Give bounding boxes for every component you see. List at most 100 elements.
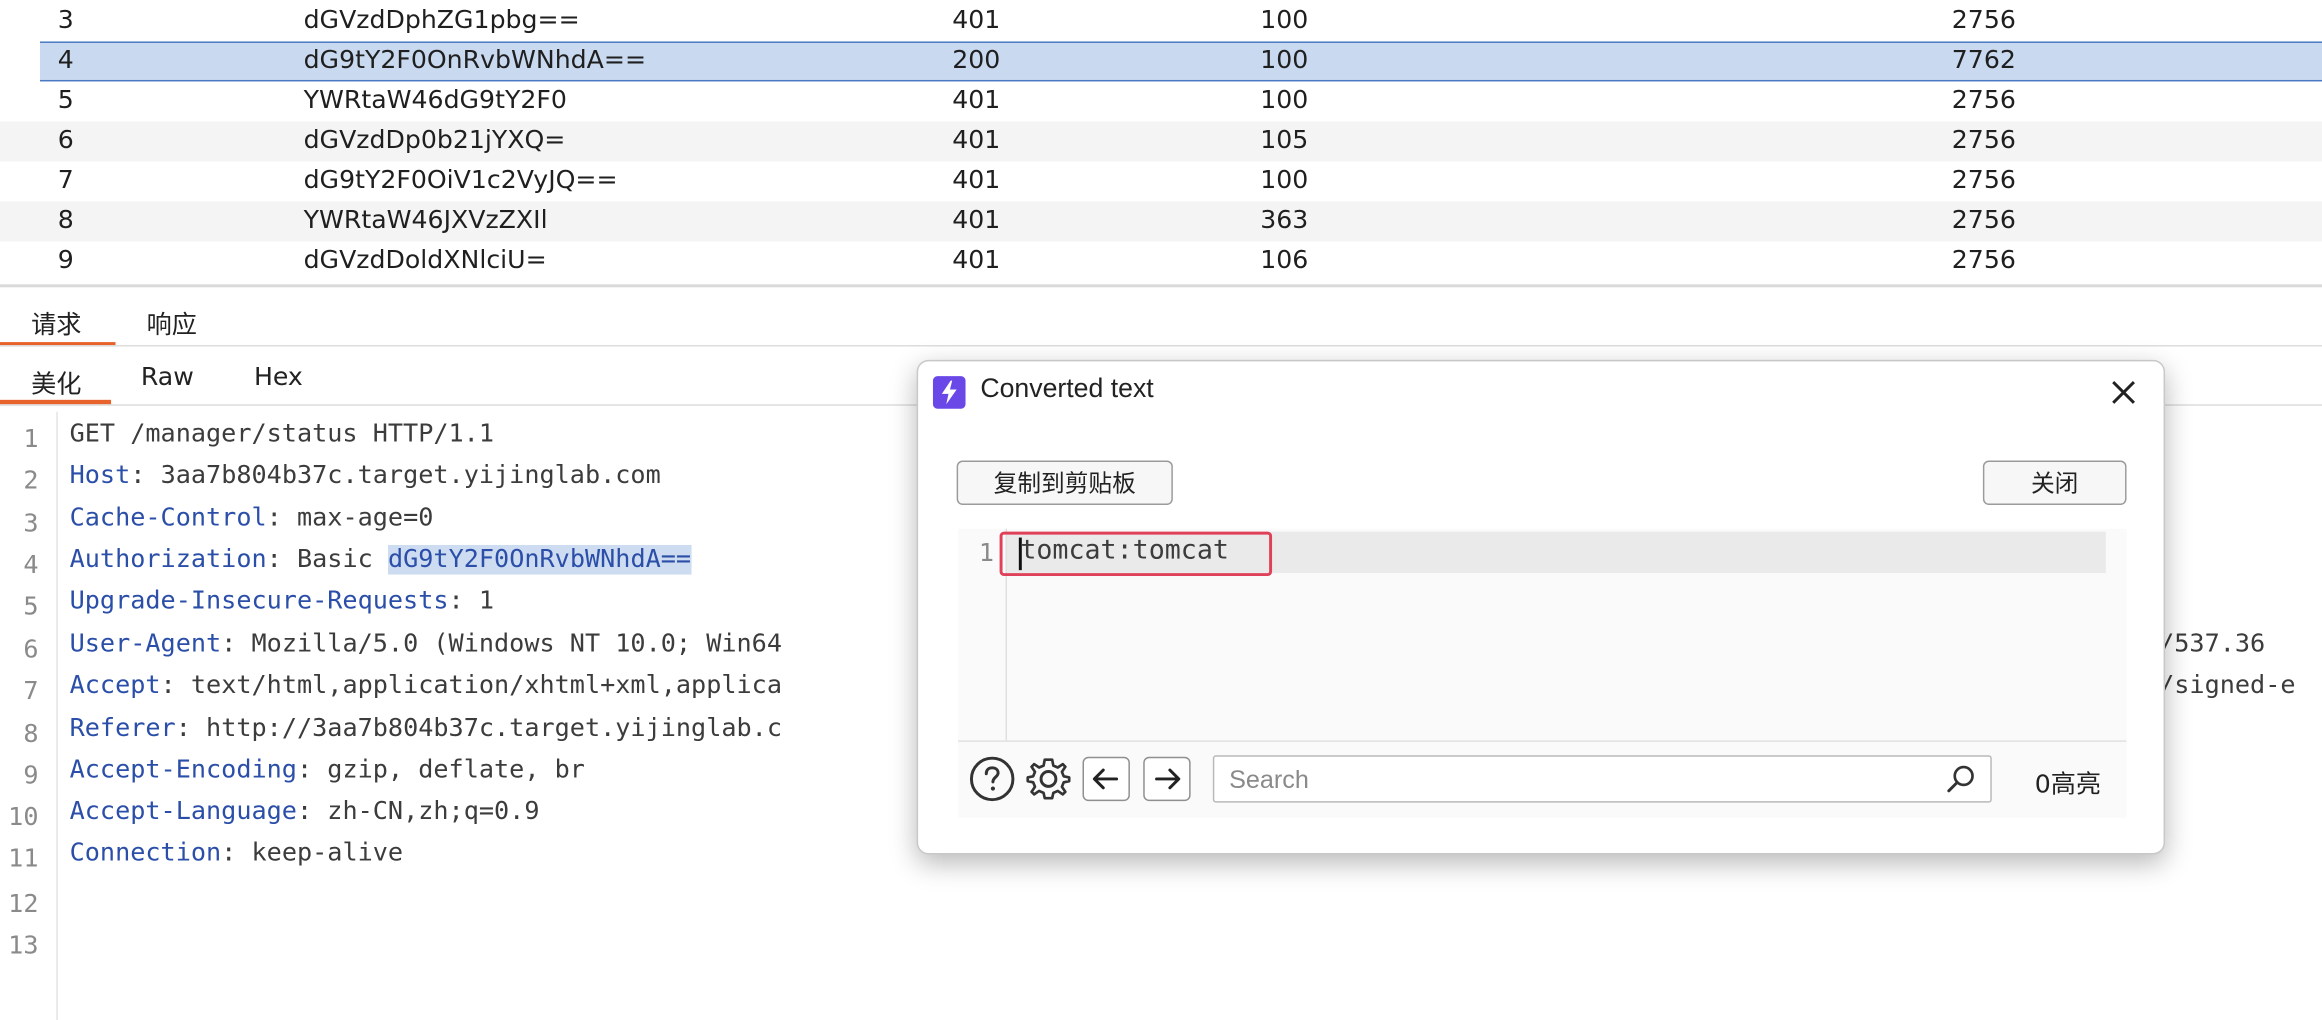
close-button[interactable]: 关闭 bbox=[1982, 460, 2127, 505]
next-match-button[interactable] bbox=[1143, 756, 1191, 802]
header-line[interactable]: Accept: text/html,application/xhtml+xml,… bbox=[70, 671, 782, 701]
table-row[interactable]: 8 YWRtaW46JXVzZXIl 401 363 2756 bbox=[0, 201, 2322, 242]
header-name: Host bbox=[69, 460, 131, 491]
previous-match-button[interactable] bbox=[1082, 756, 1130, 802]
header-line[interactable]: Authorization: Basic dG9tY2F0OnRvbWNhdA=… bbox=[69, 544, 692, 575]
tabbar-divider bbox=[0, 345, 2322, 347]
tab-response[interactable]: 响应 bbox=[136, 304, 207, 341]
header-line[interactable]: Accept-Language: zh-CN,zh;q=0.9 bbox=[70, 797, 540, 827]
selected-auth-token[interactable]: dG9tY2F0OnRvbWNhdA== bbox=[388, 544, 692, 575]
status-code-cell: 401 bbox=[952, 85, 1001, 116]
row-number: 9 bbox=[57, 245, 74, 276]
editor-gutter bbox=[56, 411, 58, 1020]
header-name: Authorization bbox=[69, 544, 267, 575]
row-number: 3 bbox=[57, 5, 74, 36]
header-line[interactable]: Upgrade-Insecure-Requests: 1 bbox=[70, 586, 494, 616]
tab-hex[interactable]: Hex bbox=[244, 363, 312, 393]
header-line[interactable]: Host: 3aa7b804b37c.target.yijinglab.com bbox=[70, 461, 661, 491]
table-row[interactable]: 9 dGVzdDoldXNlciU= 401 106 2756 bbox=[0, 241, 2322, 281]
header-name: Accept-Language bbox=[69, 796, 297, 827]
status-code-cell: 401 bbox=[952, 205, 1001, 236]
results-table: 3 dGVzdDphZG1pbg== 401 100 2756 4 dG9tY2F0OnRv… bbox=[0, 0, 2322, 282]
header-line[interactable]: Referer: http://3aa7b804b37c.target.yiji… bbox=[70, 714, 782, 744]
payload-cell: dGVzdDphZG1pbg== bbox=[303, 5, 580, 36]
error-cell: 100 bbox=[1260, 85, 1309, 116]
header-separator: : bbox=[160, 670, 191, 701]
header-value: zh-CN,zh;q=0.9 bbox=[327, 796, 540, 827]
burp-logo-icon bbox=[932, 376, 966, 409]
table-row[interactable]: 3 dGVzdDphZG1pbg== 401 100 2756 bbox=[0, 1, 2322, 41]
converted-text-dialog: Converted text 复制到剪贴板 关闭 1 tomcat:tomcat bbox=[916, 359, 2166, 855]
row-number: 4 bbox=[57, 45, 74, 76]
search-field[interactable] bbox=[1212, 755, 1992, 805]
header-value: keep-alive bbox=[251, 838, 404, 868]
header-name: Accept-Encoding bbox=[69, 755, 297, 785]
line-number: 12 bbox=[8, 890, 39, 920]
payload-cell: dGVzdDp0b21jYXQ= bbox=[303, 125, 566, 156]
error-cell: 100 bbox=[1260, 165, 1309, 196]
match-count: 0高亮 bbox=[2034, 770, 2102, 800]
user-agent-tail: /537.36 bbox=[2159, 629, 2266, 659]
header-value: Basic bbox=[296, 544, 388, 575]
header-separator: : bbox=[175, 713, 207, 744]
status-code-cell: 200 bbox=[952, 45, 1001, 76]
error-cell: 105 bbox=[1260, 125, 1309, 156]
line-number: 10 bbox=[8, 802, 39, 833]
header-value: text/html,application/xhtml+xml,applica bbox=[190, 670, 783, 701]
header-line[interactable]: User-Agent: Mozilla/5.0 (Windows NT 10.0… bbox=[70, 629, 782, 659]
table-row[interactable]: 6 dGVzdDp0b21jYXQ= 401 105 2756 bbox=[0, 121, 2322, 162]
payload-cell: YWRtaW46JXVzZXIl bbox=[303, 205, 548, 236]
status-code-cell: 401 bbox=[952, 125, 1001, 156]
gear-icon[interactable] bbox=[1025, 755, 1072, 802]
line-number: 6 bbox=[23, 635, 39, 665]
close-icon[interactable] bbox=[2104, 373, 2143, 412]
line-number: 4 bbox=[23, 550, 39, 581]
error-cell: 100 bbox=[1260, 5, 1309, 36]
line-number: 2 bbox=[23, 466, 39, 497]
row-number: 8 bbox=[57, 205, 74, 236]
search-icon[interactable] bbox=[1946, 764, 1976, 794]
highlight-annotation-box bbox=[999, 531, 1273, 577]
tab-raw[interactable]: Raw bbox=[133, 363, 201, 393]
payload-cell: dG9tY2F0OiV1c2VyJQ== bbox=[303, 165, 618, 196]
copy-to-clipboard-button[interactable]: 复制到剪贴板 bbox=[956, 460, 1173, 505]
line-number: 3 bbox=[23, 509, 39, 540]
line-number: 1 bbox=[23, 425, 39, 455]
header-line[interactable]: Cache-Control: max-age=0 bbox=[70, 503, 434, 533]
header-name: Referer bbox=[69, 713, 176, 744]
header-name: User-Agent bbox=[69, 629, 222, 659]
arrow-left-icon bbox=[1092, 768, 1119, 790]
row-number: 7 bbox=[57, 165, 74, 196]
length-cell: 2756 bbox=[1951, 245, 2016, 276]
status-code-cell: 401 bbox=[952, 245, 1001, 276]
table-row[interactable]: 7 dG9tY2F0OiV1c2VyJQ== 401 100 2756 bbox=[0, 161, 2322, 201]
tab-pretty[interactable]: 美化 bbox=[21, 363, 92, 400]
length-cell: 2756 bbox=[1951, 125, 2016, 156]
header-value: gzip, deflate, br bbox=[327, 755, 585, 785]
burp-intruder-window: 3 dGVzdDphZG1pbg== 401 100 2756 4 dG9tY2F0OnRv… bbox=[0, 0, 2322, 1020]
payload-cell: YWRtaW46dG9tY2F0 bbox=[303, 85, 567, 116]
line-number: 7 bbox=[23, 676, 39, 707]
header-separator: : bbox=[221, 838, 252, 868]
header-separator: : bbox=[266, 503, 297, 534]
request-line[interactable]: GET /manager/status HTTP/1.1 bbox=[70, 419, 494, 449]
arrow-right-icon bbox=[1155, 768, 1181, 790]
header-value: 3aa7b804b37c.target.yijinglab.com bbox=[160, 460, 661, 491]
tab-request[interactable]: 请求 bbox=[21, 304, 92, 341]
header-separator: : bbox=[448, 586, 479, 617]
error-cell: 106 bbox=[1260, 245, 1309, 276]
payload-cell: dGVzdDoldXNlciU= bbox=[303, 245, 547, 276]
search-input[interactable] bbox=[1226, 756, 1943, 805]
converted-text-editor[interactable]: 1 tomcat:tomcat bbox=[958, 528, 2127, 742]
status-code-cell: 401 bbox=[952, 5, 1001, 36]
dialog-line-number: 1 bbox=[978, 539, 995, 569]
header-line[interactable]: Connection: keep-alive bbox=[70, 838, 403, 868]
table-row[interactable]: 4 dG9tY2F0OnRvbWNhdA== 200 100 7762 bbox=[39, 41, 2322, 82]
header-line[interactable]: Accept-Encoding: gzip, deflate, br bbox=[70, 755, 585, 785]
header-value: http://3aa7b804b37c.target.yijinglab.c bbox=[206, 713, 783, 744]
length-cell: 7762 bbox=[1951, 45, 2016, 76]
table-row[interactable]: 5 YWRtaW46dG9tY2F0 401 100 2756 bbox=[0, 81, 2322, 121]
line-number: 13 bbox=[8, 931, 39, 962]
header-value: Mozilla/5.0 (Windows NT 10.0; Win64 bbox=[251, 629, 783, 659]
help-icon[interactable] bbox=[968, 755, 1015, 802]
